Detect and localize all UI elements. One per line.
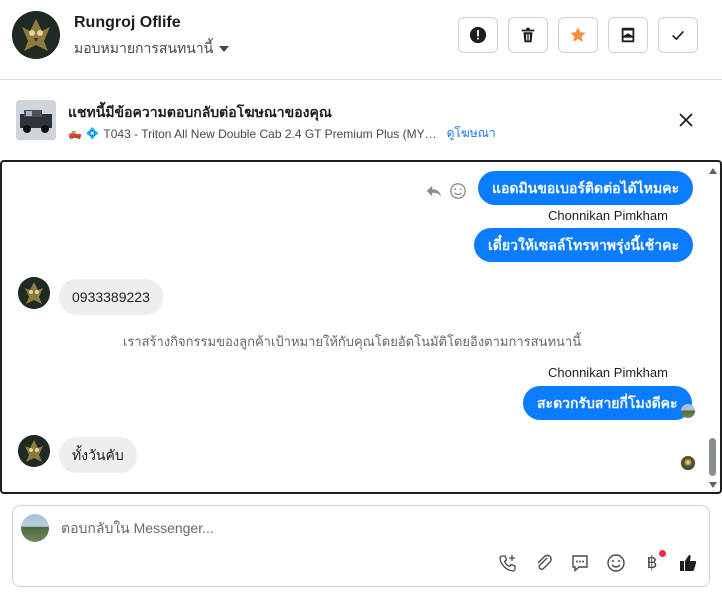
scroll-up-arrow-icon[interactable] [709,168,717,174]
header-actions [458,17,698,53]
owl-avatar-image [18,435,50,467]
ad-banner-title: แชทนี้มีข้อความตอบกลับต่อโฆษณาของคุณ [68,104,332,120]
emoji-react-icon[interactable] [449,182,467,200]
contact-name[interactable]: Rungroj Oflife [74,14,181,32]
outgoing-message[interactable]: เดี๋ยวให้เซลล์โทรหาพรุ่งนี้เช้าคะ [474,228,693,262]
ad-thumbnail[interactable] [16,100,56,140]
emoji-icon [607,554,625,572]
composer-toolbar: ฿ [497,550,699,574]
caret-down-icon [219,46,230,52]
ad-subtitle: T043 - Triton All New Double Cab 2.4 GT … [103,126,437,141]
emoji-button[interactable] [605,552,627,574]
reply-icon[interactable] [425,182,443,200]
inbox-icon [621,27,635,43]
move-inbox-button[interactable] [608,17,648,53]
message-thread[interactable]: แอดมินขอเบอร์ติดต่อได้ไหมคะ Chonnikan Pi… [0,160,722,494]
mark-done-button[interactable] [658,17,698,53]
outgoing-message[interactable]: แอดมินขอเบอร์ติดต่อได้ไหมคะ [478,171,694,205]
baht-payment-icon: ฿ [646,553,658,573]
ad-reply-banner: แชทนี้มีข้อความตอบกลับต่อโฆษณาของคุณ 🛻 💠… [0,80,722,160]
like-button[interactable] [677,552,699,574]
notification-dot [659,550,666,557]
owl-avatar-image [12,11,60,59]
spam-button[interactable] [458,17,498,53]
page-avatar [21,514,49,542]
assign-label: มอบหมายการสนทนานี้ [74,40,214,56]
call-add-button[interactable] [497,552,519,574]
incoming-message[interactable]: ทั้งวันคับ [59,437,137,473]
message-composer: ฿ [12,505,710,587]
sparkle-icon: 💠 [85,128,100,140]
conversation-header: Rungroj Oflife มอบหมายการสนทนานี้ [0,0,722,80]
outgoing-message[interactable]: สะดวกรับสายกี่โมงดีคะ [523,386,692,420]
reply-input[interactable] [61,520,681,536]
attachment-button[interactable] [533,552,555,574]
star-icon [570,27,586,42]
saved-replies-button[interactable] [569,552,591,574]
contact-avatar[interactable] [12,11,60,59]
chat-scrollbar[interactable] [706,162,720,492]
alert-icon [469,26,487,44]
scroll-down-arrow-icon[interactable] [709,482,717,488]
star-button[interactable] [558,17,598,53]
sender-name: Chonnikan Pimkham [548,208,668,223]
sender-name: Chonnikan Pimkham [548,365,668,380]
attachment-icon [537,554,552,570]
owl-avatar-image [18,277,50,309]
incoming-message[interactable]: 0933389223 [59,279,163,315]
check-icon [672,30,684,41]
truck-thumbnail-image [16,100,56,140]
truck-icon: 🛻 [68,128,82,140]
view-ad-link[interactable]: ดูโฆษณา [447,124,496,143]
ad-banner-subtitle-row: 🛻 💠 T043 - Triton All New Double Cab 2.4… [68,124,496,143]
close-icon[interactable] [676,110,696,130]
saved-reply-icon [572,555,588,573]
assign-conversation-dropdown[interactable]: มอบหมายการสนทนานี้ [74,38,230,60]
delete-button[interactable] [508,17,548,53]
payment-button[interactable]: ฿ [641,550,666,574]
like-icon [680,555,697,571]
contact-avatar-small [18,435,50,467]
scroll-thumb[interactable] [709,438,716,476]
system-notice: เราสร้างกิจกรรมของลูกค้าเป้าหมายให้กับคุ… [122,334,582,349]
call-add-icon [499,555,516,572]
trash-icon [521,27,535,43]
seen-receipt-avatar [681,456,695,470]
contact-avatar-small [18,277,50,309]
message-hover-actions [425,182,467,200]
seen-receipt-avatar [681,404,695,418]
